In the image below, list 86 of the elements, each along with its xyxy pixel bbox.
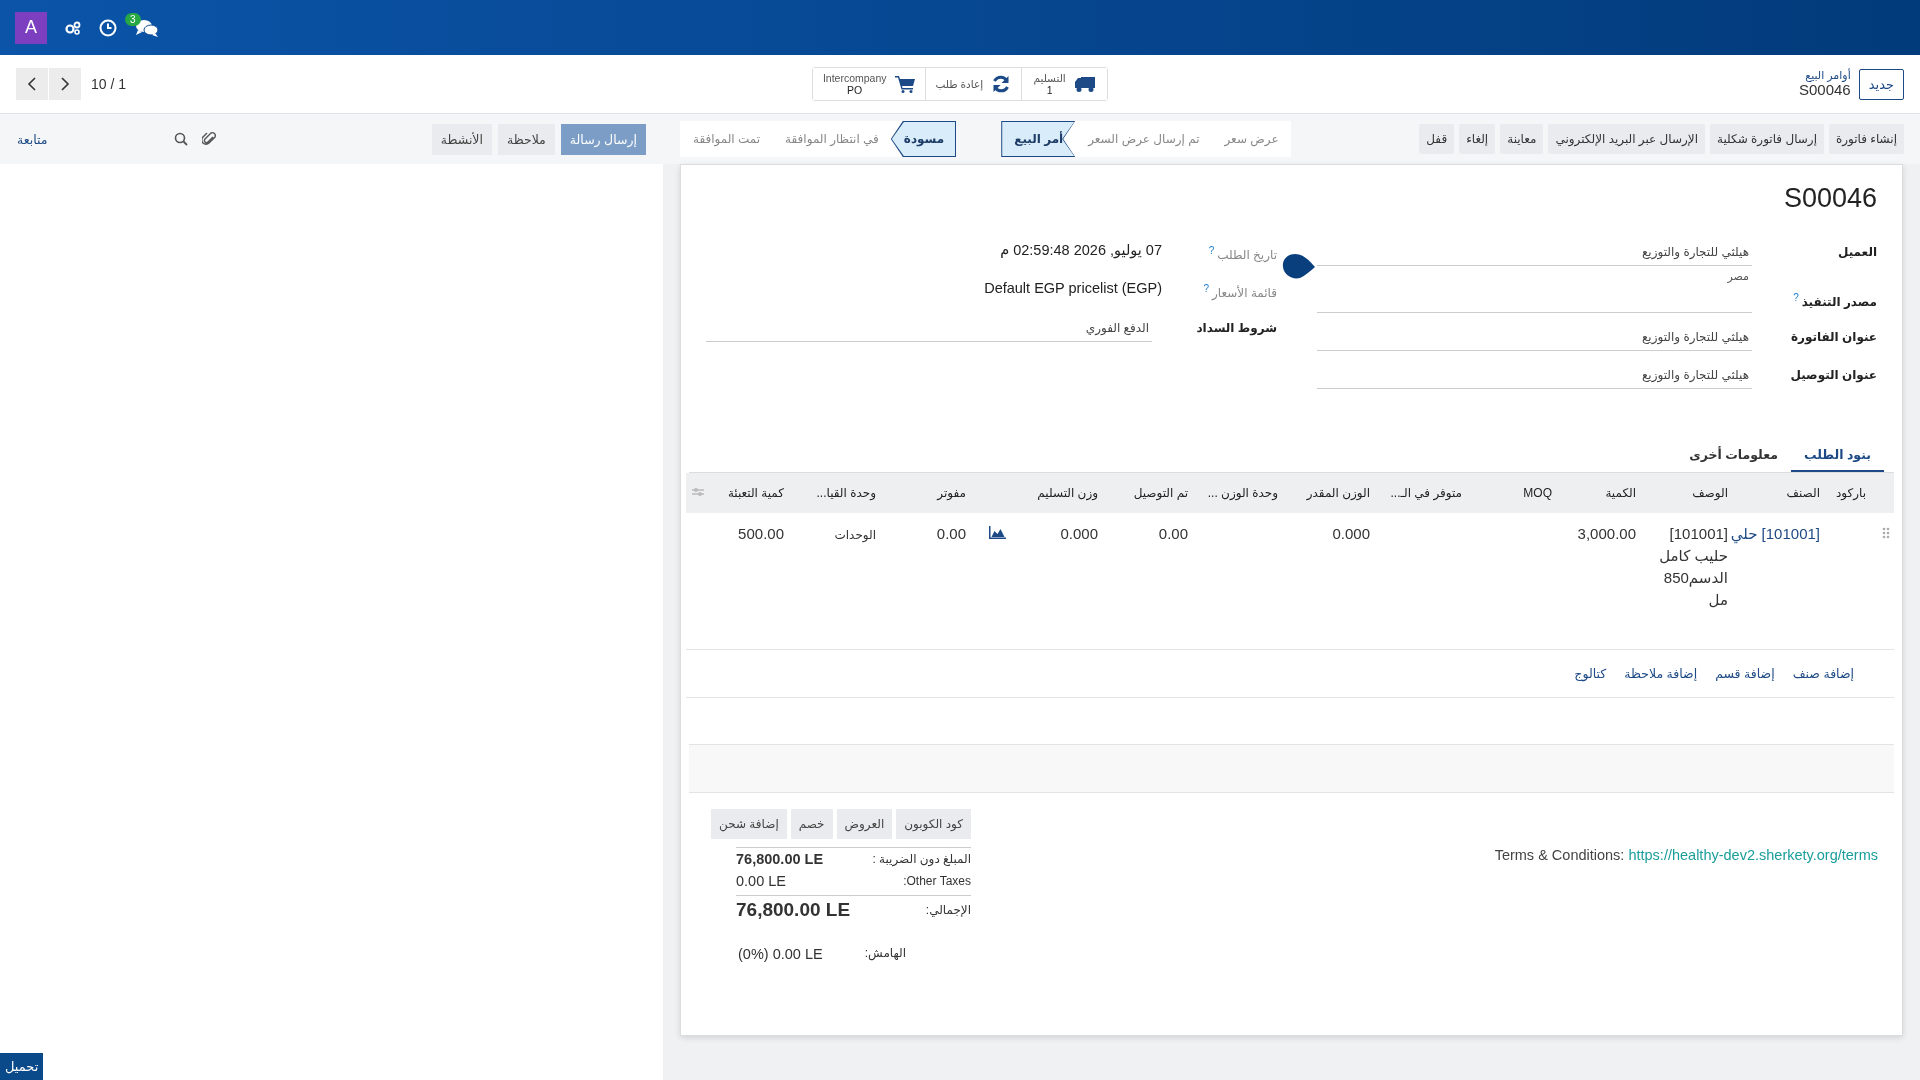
drag-handle-icon[interactable] bbox=[1882, 527, 1890, 539]
teardrop-icon bbox=[1282, 253, 1316, 281]
refresh-icon bbox=[991, 74, 1012, 94]
record-title: S00046 bbox=[1783, 183, 1877, 213]
table-cell: الوحدات bbox=[834, 528, 876, 542]
margin-label: الهامش: bbox=[864, 946, 906, 962]
table-cell: 0.000 bbox=[1060, 525, 1098, 542]
new-button[interactable]: جديد bbox=[1858, 68, 1904, 100]
terms-text: Terms & Conditions: https://healthy-dev2.sherkety.org/terms bbox=[1494, 846, 1878, 865]
input-field[interactable]: الدفع الفوري bbox=[706, 318, 1152, 342]
status-stage[interactable]: عرض سعر bbox=[1211, 121, 1291, 157]
add-line-link[interactable]: إضافة قسم bbox=[1715, 663, 1775, 685]
action-button[interactable]: قفل bbox=[1419, 124, 1455, 154]
search-icon[interactable] bbox=[173, 132, 188, 146]
field-value: Default EGP pricelist (EGP) bbox=[984, 280, 1162, 296]
column-header[interactable]: مفوتر bbox=[937, 486, 966, 500]
input-field[interactable]: هيلثي للتجارة والتوزيع bbox=[1317, 242, 1752, 266]
record-name: S00046 bbox=[1798, 81, 1851, 98]
area-chart-icon[interactable] bbox=[989, 526, 1006, 539]
total-label: المبلغ دون الضريبة : bbox=[872, 852, 971, 866]
add-line-link[interactable]: إضافة صنف bbox=[1792, 663, 1854, 685]
breadcrumb-link[interactable]: أوامر البيع bbox=[1798, 70, 1851, 82]
notification-badge: 3 bbox=[125, 12, 141, 26]
field-label: مصدر التنفيذ $^{?}$ bbox=[1792, 291, 1877, 309]
add-line-link[interactable]: كتالوج bbox=[1574, 663, 1607, 685]
column-header[interactable]: الكمية bbox=[1605, 486, 1636, 500]
total-value: 76,800.00 LE bbox=[736, 899, 851, 921]
input-field[interactable]: هيلثي للتجارة والتوزيع bbox=[1317, 365, 1752, 389]
input-field[interactable]: هيلثي للتجارة والتوزيع bbox=[1317, 327, 1752, 351]
column-header[interactable]: الوصف bbox=[1692, 486, 1728, 500]
status-stage[interactable]: تمت الموافقة bbox=[680, 121, 773, 157]
tab[interactable]: معلومات أخرى bbox=[1676, 439, 1791, 472]
table-cell: 500.00 bbox=[738, 525, 784, 542]
action-button[interactable]: إرسال فاتورة شكلية bbox=[1710, 124, 1824, 154]
table-cell: [101001] حليب كامل الدسم850 مل bbox=[1659, 525, 1728, 608]
margin-value: (0%) 0.00 LE bbox=[738, 946, 823, 962]
cart-icon bbox=[894, 75, 915, 93]
add-line-link[interactable]: إضافة ملاحظة bbox=[1624, 663, 1698, 685]
clock-icon[interactable] bbox=[99, 18, 117, 37]
table-cell: 0.000 bbox=[1332, 525, 1370, 542]
footer-button[interactable]: خصم bbox=[790, 809, 833, 839]
total-value: 76,800.00 LE bbox=[736, 851, 824, 867]
sliders-icon[interactable] bbox=[692, 487, 704, 497]
chatter-tab[interactable]: ملاحظة bbox=[497, 123, 555, 155]
chat-icon[interactable] bbox=[135, 18, 159, 37]
table-cell: 3,000.00 bbox=[1577, 525, 1636, 542]
field-label: عنوان الفاتورة bbox=[1789, 329, 1877, 344]
user-avatar[interactable]: A bbox=[15, 11, 47, 44]
truck-icon bbox=[1073, 75, 1096, 93]
country-text: مصر bbox=[1726, 269, 1750, 285]
field-label: العميل bbox=[1836, 244, 1877, 259]
previous-button[interactable] bbox=[16, 68, 48, 100]
status-stage[interactable]: تم إرسال عرض السعر bbox=[1075, 121, 1212, 157]
paperclip-icon[interactable] bbox=[201, 131, 216, 147]
total-label: الإجمالي: bbox=[925, 903, 971, 917]
action-button[interactable]: معاينة bbox=[1500, 124, 1544, 154]
product-link[interactable]: [101001] حلي bbox=[1730, 525, 1820, 542]
table-cell: 0.00 bbox=[1158, 525, 1188, 542]
field-label: تاريخ الطلب $^{?}$ bbox=[1207, 244, 1277, 262]
footer-button[interactable]: كود الكوبون bbox=[896, 809, 971, 839]
status-stage[interactable]: في انتظار الموافقة bbox=[772, 121, 891, 157]
follow-link[interactable]: متابعة bbox=[17, 131, 48, 147]
column-header[interactable]: الصنف bbox=[1786, 486, 1820, 500]
next-button[interactable] bbox=[49, 68, 81, 100]
total-label: Other Taxes: bbox=[903, 874, 971, 888]
total-value: 0.00 LE bbox=[736, 873, 786, 889]
table-cell: 0.00 bbox=[936, 525, 966, 542]
field-label: شروط السداد bbox=[1195, 320, 1277, 335]
action-button[interactable]: إنشاء فاتورة bbox=[1828, 124, 1904, 154]
field-value: 07 يوليو, 2026 02:59:48 م bbox=[1000, 242, 1162, 258]
status-stage[interactable]: مسودة bbox=[890, 121, 957, 157]
loading-indicator: تحميل bbox=[0, 1053, 44, 1080]
footer-button[interactable]: العروض bbox=[836, 809, 893, 839]
smart-button[interactable]: Intercompany PO bbox=[812, 67, 926, 101]
gears-icon[interactable] bbox=[65, 20, 81, 35]
action-button[interactable]: الإرسال عبر البريد الإلكتروني bbox=[1548, 124, 1705, 154]
chatter-tab[interactable]: الأنشطة bbox=[431, 123, 492, 155]
field-label: قائمة الأسعار $^{?}$ bbox=[1202, 282, 1277, 300]
action-button[interactable]: إلغاء bbox=[1459, 124, 1496, 154]
field-label: عنوان التوصيل bbox=[1789, 367, 1877, 382]
column-header[interactable]: MOQ bbox=[1523, 486, 1552, 500]
status-stage[interactable]: أمر البيع bbox=[1001, 121, 1076, 157]
footer-button[interactable]: إضافة شحن bbox=[711, 809, 787, 839]
chevron-right-icon bbox=[60, 77, 70, 91]
chevron-left-icon bbox=[27, 77, 37, 91]
pager-value[interactable]: 10 / 1 bbox=[91, 76, 127, 92]
